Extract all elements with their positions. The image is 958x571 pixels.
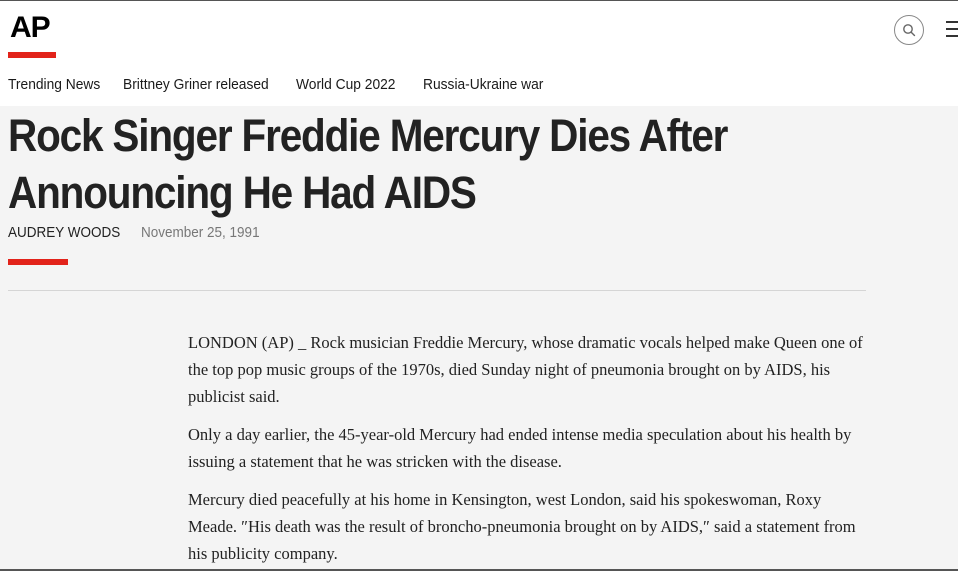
section-divider	[8, 290, 866, 291]
search-button[interactable]	[894, 15, 924, 45]
publish-date: November 25, 1991	[141, 224, 260, 241]
menu-line	[946, 28, 958, 30]
author-byline[interactable]: AUDREY WOODS	[8, 224, 120, 241]
byline-accent-rule	[8, 259, 68, 265]
article-paragraph: Mercury died peacefully at his home in K…	[188, 490, 856, 563]
nav-item-trending-news[interactable]: Trending News	[8, 76, 100, 93]
ap-logo[interactable]: AP	[10, 11, 51, 45]
article-paragraph: Only a day earlier, the 45-year-old Merc…	[188, 425, 852, 471]
article-paragraph: LONDON (AP) _ Rock musician Freddie Merc…	[188, 333, 863, 406]
article-headline: Rock Singer Freddie Mercury Dies After A…	[8, 110, 728, 218]
hamburger-menu-icon[interactable]	[946, 21, 958, 39]
logo-underline	[8, 52, 56, 58]
nav-item-russia-ukraine[interactable]: Russia-Ukraine war	[423, 76, 543, 93]
trending-nav: Trending News Brittney Griner released W…	[0, 59, 958, 106]
menu-line	[946, 35, 958, 37]
site-header: AP	[0, 1, 958, 59]
nav-item-brittney-griner[interactable]: Brittney Griner released	[123, 76, 269, 93]
menu-line	[946, 21, 958, 23]
nav-item-world-cup[interactable]: World Cup 2022	[296, 76, 395, 93]
search-icon	[903, 24, 916, 37]
article-body: LONDON (AP) _ Rock musician Freddie Merc…	[188, 329, 868, 571]
